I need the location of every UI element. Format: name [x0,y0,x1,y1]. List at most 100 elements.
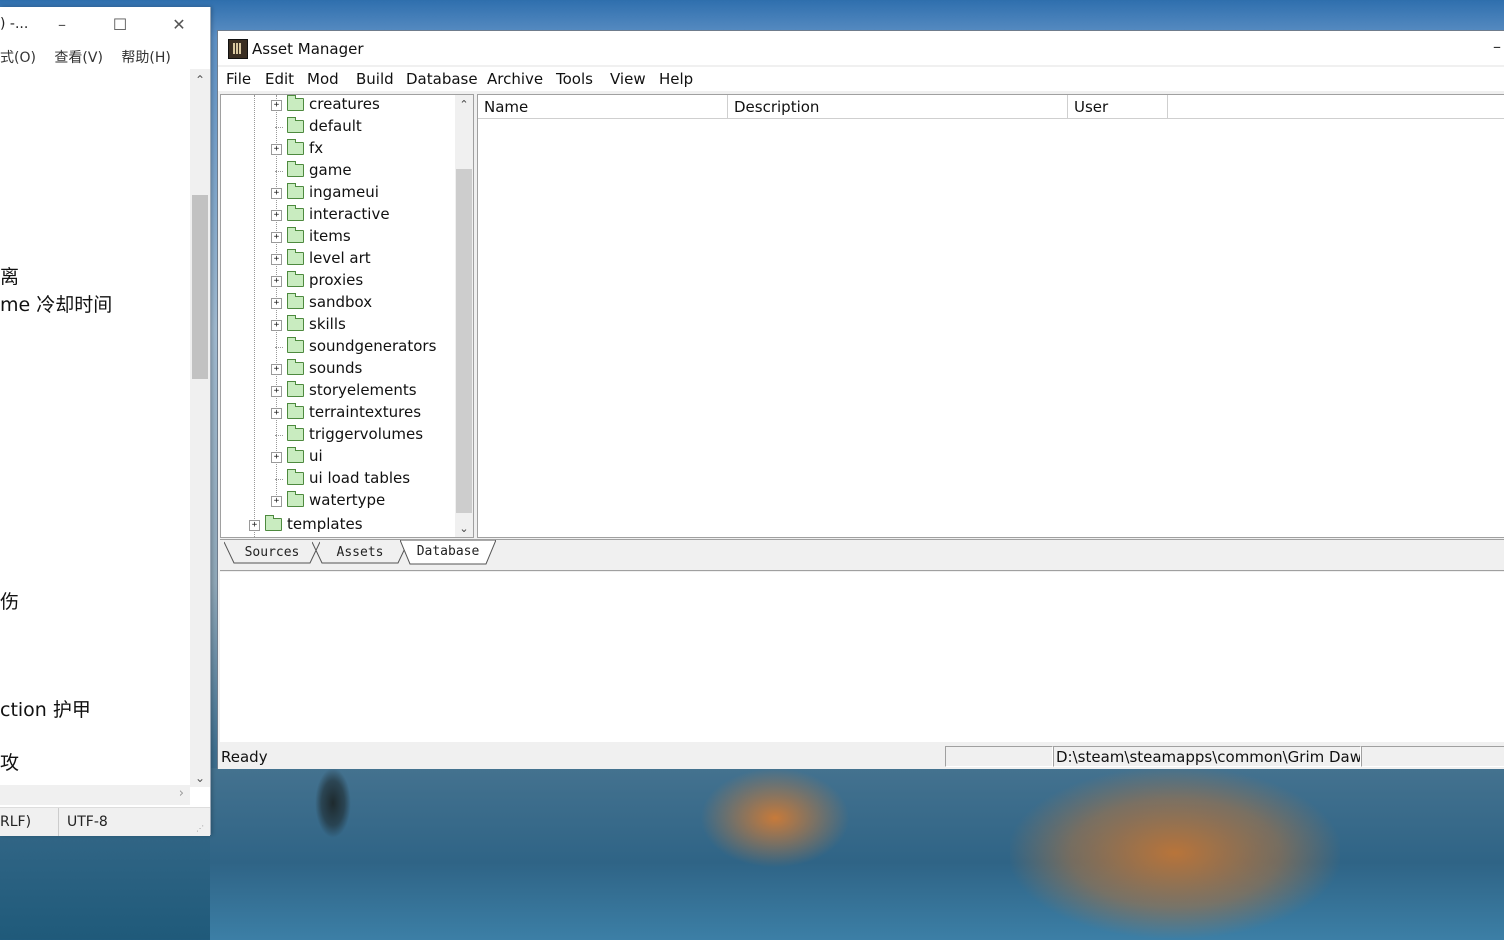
column-header-name[interactable]: Name [478,95,728,118]
tree-node-label: skills [309,315,346,333]
status-cell-empty [945,746,1053,767]
menu-format[interactable]: 式(O) [0,50,36,66]
expand-icon[interactable]: + [249,520,260,531]
folder-icon [287,381,304,397]
notepad-vertical-scrollbar[interactable]: ⌃ ⌄ [190,69,210,787]
expand-icon[interactable]: + [271,188,282,199]
folder-icon [287,359,304,375]
menu-archive[interactable]: Archive [487,70,543,88]
resize-grip-icon[interactable]: ⋰ [196,824,204,833]
tab-label: Database [416,544,480,559]
tree-node[interactable]: + interactive [271,205,471,227]
folder-tree[interactable]: + creatures default + fx game + ingameui + intera… [220,94,474,538]
scroll-up-icon[interactable]: ⌃ [190,73,210,87]
tree-node[interactable]: + ui [271,447,471,469]
folder-icon [287,403,304,419]
asset-manager-window: Asset Manager – File Edit Mod Build Data… [217,30,1504,769]
menu-database[interactable]: Database [406,70,478,88]
output-pane[interactable] [220,572,1504,742]
expand-icon[interactable]: + [271,100,282,111]
tree-node[interactable]: soundgenerators [271,337,471,359]
menu-file[interactable]: File [226,70,251,88]
tab-database[interactable]: Database [400,540,496,565]
tree-node[interactable]: + ingameui [271,183,471,205]
scroll-right-icon[interactable]: › [179,786,184,801]
tree-node[interactable]: + items [271,227,471,249]
folder-icon [265,515,282,531]
tree-node[interactable]: + fx [271,139,471,161]
folder-icon [287,117,304,133]
tree-node-label: ui [309,447,323,465]
close-icon[interactable]: ✕ [165,15,193,34]
status-cell-path: D:\steam\steamapps\common\Grim Dawn [1053,746,1361,767]
tree-node[interactable]: + level art [271,249,471,271]
column-header-user[interactable]: User [1068,95,1168,118]
list-header: Name Description User [478,95,1504,119]
expand-icon[interactable]: + [271,144,282,155]
expand-icon[interactable]: + [271,232,282,243]
expand-icon[interactable]: + [271,496,282,507]
asset-list[interactable]: Name Description User [477,94,1504,538]
menu-tools[interactable]: Tools [556,70,593,88]
menu-help[interactable]: 帮助(H) [121,50,170,66]
tree-node-label: terraintextures [309,403,422,421]
tree-node[interactable]: + terraintextures [271,403,471,425]
expand-icon[interactable]: + [271,452,282,463]
notepad-window: ) -... – ☐ ✕ 式(O) 查看(V) 帮助(H) 离 me 冷却时间 … [0,7,211,836]
menu-edit[interactable]: Edit [265,70,294,88]
menu-view[interactable]: View [610,70,646,88]
notepad-horizontal-scrollbar[interactable]: › [0,785,190,805]
folder-icon [287,183,304,199]
scroll-down-icon[interactable]: ⌄ [455,522,473,535]
tab-assets[interactable]: Assets [312,541,408,565]
minimize-icon[interactable]: – [1493,37,1501,56]
text-line: me 冷却时间 [0,294,113,316]
tree-node[interactable]: + sandbox [271,293,471,315]
tree-node[interactable]: + creatures [271,95,471,117]
maximize-icon[interactable]: ☐ [106,15,134,34]
menu-view[interactable]: 查看(V) [54,50,103,66]
notepad-statusbar: RLF) UTF-8 ⋰ [0,807,210,836]
tree-node-label: ingameui [309,183,379,201]
column-header-description[interactable]: Description [728,95,1068,118]
tree-node[interactable]: default [271,117,471,139]
tree-vertical-scrollbar[interactable]: ⌃ ⌄ [455,95,473,537]
tree-node-label: soundgenerators [309,337,437,355]
expand-icon[interactable]: + [271,254,282,265]
menu-mod[interactable]: Mod [307,70,339,88]
tree-node-label: interactive [309,205,390,223]
expand-icon[interactable]: + [271,386,282,397]
tree-node[interactable]: triggervolumes [271,425,471,447]
expand-icon[interactable]: + [271,364,282,375]
tree-node[interactable]: ui load tables [271,469,471,491]
desktop-wallpaper-reflection [210,768,1504,940]
tree-node[interactable]: + storyelements [271,381,471,403]
tree-connector [275,347,283,348]
expand-icon[interactable]: + [271,408,282,419]
tree-node-templates[interactable]: + templates [249,515,449,537]
folder-icon [287,271,304,287]
tree-node[interactable]: game [271,161,471,183]
tree-node[interactable]: + watertype [271,491,471,513]
folder-icon [287,205,304,221]
tree-node[interactable]: + sounds [271,359,471,381]
scrollbar-thumb[interactable] [192,195,208,379]
expand-icon[interactable]: + [271,210,282,221]
expand-icon[interactable]: + [271,298,282,309]
tab-label: Sources [244,545,300,560]
tab-sources[interactable]: Sources [224,541,320,565]
tree-node-label: ui load tables [309,469,411,487]
scrollbar-thumb[interactable] [456,169,472,513]
expand-icon[interactable]: + [271,276,282,287]
expand-icon[interactable]: + [271,320,282,331]
text-line: 伤 [0,591,20,613]
text-line: ction 护甲 [0,699,91,721]
tree-node[interactable]: + skills [271,315,471,337]
scroll-up-icon[interactable]: ⌃ [455,98,473,111]
minimize-icon[interactable]: – [48,15,76,34]
menu-help[interactable]: Help [659,70,693,88]
tree-connector [275,479,283,480]
menu-build[interactable]: Build [356,70,394,88]
tree-node[interactable]: + proxies [271,271,471,293]
scroll-down-icon[interactable]: ⌄ [190,771,210,785]
